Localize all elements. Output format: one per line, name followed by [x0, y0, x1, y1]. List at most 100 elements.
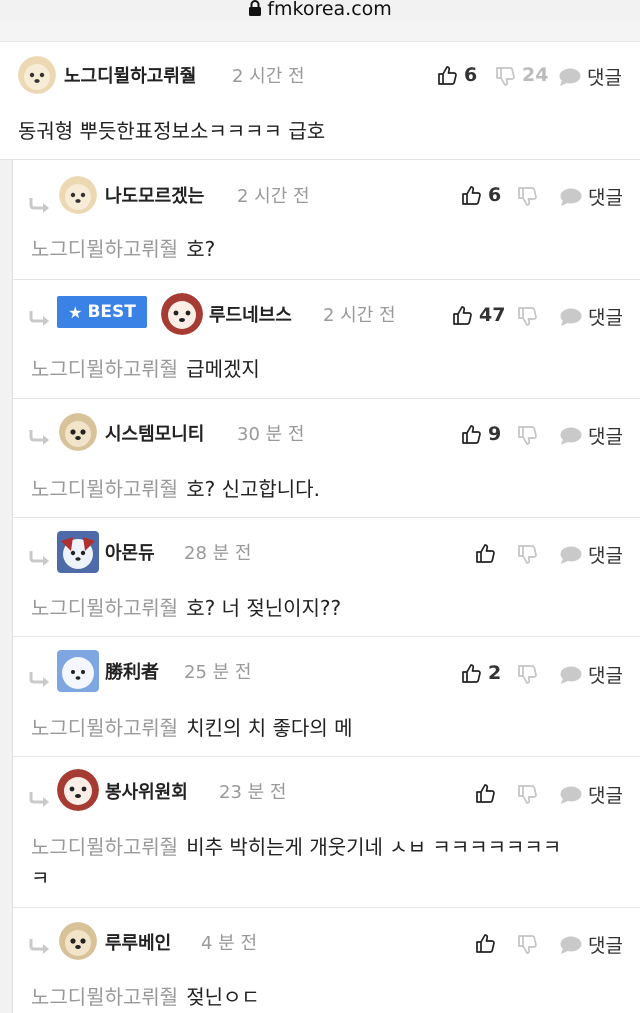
reply-item: ★ BEST 루드네브스 2 시간 전 47 댓글 노그디뮐하고뤼줠 급메겠지 [12, 280, 640, 399]
mention-author[interactable]: 노그디뮐하고뤼줠 [31, 716, 178, 740]
mention-author[interactable]: 노그디뮐하고뤼줠 [31, 835, 178, 859]
comment-item: 노그디뮐하고뤼줠 2 시간 전 6 24 댓글 동궈형 뿌듯한표정보소ㅋㅋㅋㅋ … [0, 42, 640, 160]
thumbs-down-icon[interactable] [517, 665, 537, 685]
downvote-count: 24 [522, 64, 549, 86]
reply-arrow-icon [29, 311, 49, 326]
comment-author[interactable]: 루루베인 [105, 929, 171, 955]
puppy-avatar-icon [59, 922, 97, 960]
dog-avatar-icon [57, 769, 99, 811]
reply-item: 나도모르겠는 2 시간 전 6 댓글 노그디뮐하고뤼줠 호? [12, 160, 640, 280]
dog-avatar-icon [161, 293, 203, 335]
comment-text: 동궈형 뿌듯한표정보소ㅋㅋㅋㅋ 급호 [18, 119, 326, 143]
thumbs-up-icon[interactable] [452, 305, 472, 325]
thumbs-up-icon[interactable] [475, 543, 495, 563]
comment-text: 노그디뮐하고뤼줠 비추 박히는게 개웃기네 ㅅㅂ ㅋㅋㅋㅋㅋㅋㅋ [31, 832, 561, 862]
thumbs-down-icon[interactable] [517, 785, 537, 805]
mention-author[interactable]: 노그디뮐하고뤼줠 [31, 985, 178, 1009]
thumbs-up-icon[interactable] [475, 933, 495, 953]
avatar[interactable] [59, 176, 97, 214]
section-gap [0, 20, 640, 42]
speech-bubble-icon [560, 666, 582, 684]
mention-author[interactable]: 노그디뮐하고뤼줠 [31, 237, 178, 261]
avatar[interactable] [59, 922, 97, 960]
reply-label: 댓글 [588, 187, 623, 209]
reply-label: 댓글 [587, 67, 622, 89]
comment-text-line2: ㅋ [31, 866, 50, 890]
reply-button[interactable]: 댓글 [560, 931, 623, 958]
comment-time: 2 시간 전 [323, 305, 396, 326]
reply-label: 댓글 [588, 545, 623, 567]
upvote-count: 9 [488, 423, 502, 445]
comment-text: 노그디뮐하고뤼줠 호? 신고합니다. [31, 474, 320, 504]
lock-icon [249, 0, 262, 16]
comment-author[interactable]: 봉사위원회 [105, 778, 188, 804]
reply-button[interactable]: 댓글 [560, 661, 623, 688]
thumbs-down-icon[interactable] [517, 307, 537, 327]
thumbs-down-icon[interactable] [517, 935, 537, 955]
mention-author[interactable]: 노그디뮐하고뤼줠 [31, 357, 178, 381]
reply-arrow-icon [29, 792, 49, 807]
comment-time: 28 분 전 [184, 543, 252, 564]
reply-button[interactable]: 댓글 [559, 63, 622, 90]
avatar[interactable] [161, 293, 203, 335]
reply-label: 댓글 [588, 785, 623, 807]
reply-label: 댓글 [588, 665, 623, 687]
comment-author[interactable]: 루드네브스 [209, 301, 292, 327]
puppy-avatar-icon [59, 413, 97, 451]
avatar[interactable] [18, 56, 56, 94]
comment-author[interactable]: 시스템모니티 [105, 420, 204, 446]
upvote-count: 2 [488, 662, 502, 684]
avatar[interactable] [59, 413, 97, 451]
avatar[interactable] [57, 650, 99, 692]
reply-arrow-icon [29, 939, 49, 954]
reply-item: 시스템모니티 30 분 전 9 댓글 노그디뮐하고뤼줠 호? 신고합니다. [12, 399, 640, 518]
comment-author[interactable]: 노그디뮐하고뤼줠 [64, 62, 196, 88]
mention-author[interactable]: 노그디뮐하고뤼줠 [31, 477, 178, 501]
reply-arrow-icon [29, 672, 49, 687]
thumbs-down-icon[interactable] [517, 187, 537, 207]
comment-message: 호? 신고합니다. [186, 477, 320, 501]
comment-time: 4 분 전 [201, 933, 258, 954]
avatar[interactable] [57, 531, 99, 573]
comment-text: 노그디뮐하고뤼줠 젖닌ㅇㄷ [31, 982, 260, 1012]
avatar[interactable] [57, 769, 99, 811]
dog-avatar-icon [57, 531, 99, 573]
comment-author[interactable]: 勝利者 [105, 658, 159, 684]
puppy-avatar-icon [18, 56, 56, 94]
reply-item: 봉사위원회 23 분 전 댓글 노그디뮐하고뤼줠 비추 박히는게 개웃기네 ㅅㅂ … [12, 757, 640, 908]
comment-message: 비추 박히는게 개웃기네 ㅅㅂ ㅋㅋㅋㅋㅋㅋㅋ [186, 835, 562, 859]
best-badge: ★ BEST [57, 296, 147, 328]
reply-label: 댓글 [588, 307, 623, 329]
best-label: BEST [87, 302, 136, 322]
comment-time: 2 시간 전 [232, 66, 305, 87]
comment-message: 치킨의 치 좋다의 메 [186, 716, 353, 740]
browser-url-bar[interactable]: fmkorea.com [0, 0, 640, 20]
thumbs-up-icon[interactable] [437, 65, 457, 85]
thumbs-up-icon[interactable] [461, 424, 481, 444]
speech-bubble-icon [559, 68, 581, 86]
upvote-count: 6 [464, 64, 478, 86]
mention-author[interactable]: 노그디뮐하고뤼줠 [31, 596, 178, 620]
speech-bubble-icon [560, 188, 582, 206]
reply-arrow-icon [29, 198, 49, 213]
reply-button[interactable]: 댓글 [560, 781, 623, 808]
thumbs-down-icon[interactable] [517, 426, 537, 446]
comment-message: 젖닌ㅇㄷ [186, 985, 260, 1009]
thumbs-up-icon[interactable] [461, 663, 481, 683]
reply-button[interactable]: 댓글 [560, 541, 623, 568]
reply-button[interactable]: 댓글 [560, 422, 623, 449]
comment-time: 25 분 전 [184, 662, 252, 683]
speech-bubble-icon [560, 546, 582, 564]
thumbs-down-icon[interactable] [495, 67, 515, 87]
comment-author[interactable]: 나도모르겠는 [105, 182, 204, 208]
speech-bubble-icon [560, 936, 582, 954]
comment-message: 급메겠지 [186, 357, 260, 381]
thumbs-up-icon[interactable] [461, 185, 481, 205]
thumbs-down-icon[interactable] [517, 545, 537, 565]
comment-author[interactable]: 아몬듀 [105, 539, 155, 565]
thumbs-up-icon[interactable] [475, 783, 495, 803]
puppy-avatar-icon [59, 176, 97, 214]
reply-button[interactable]: 댓글 [560, 183, 623, 210]
browser-url: fmkorea.com [267, 0, 392, 20]
reply-button[interactable]: 댓글 [560, 303, 623, 330]
